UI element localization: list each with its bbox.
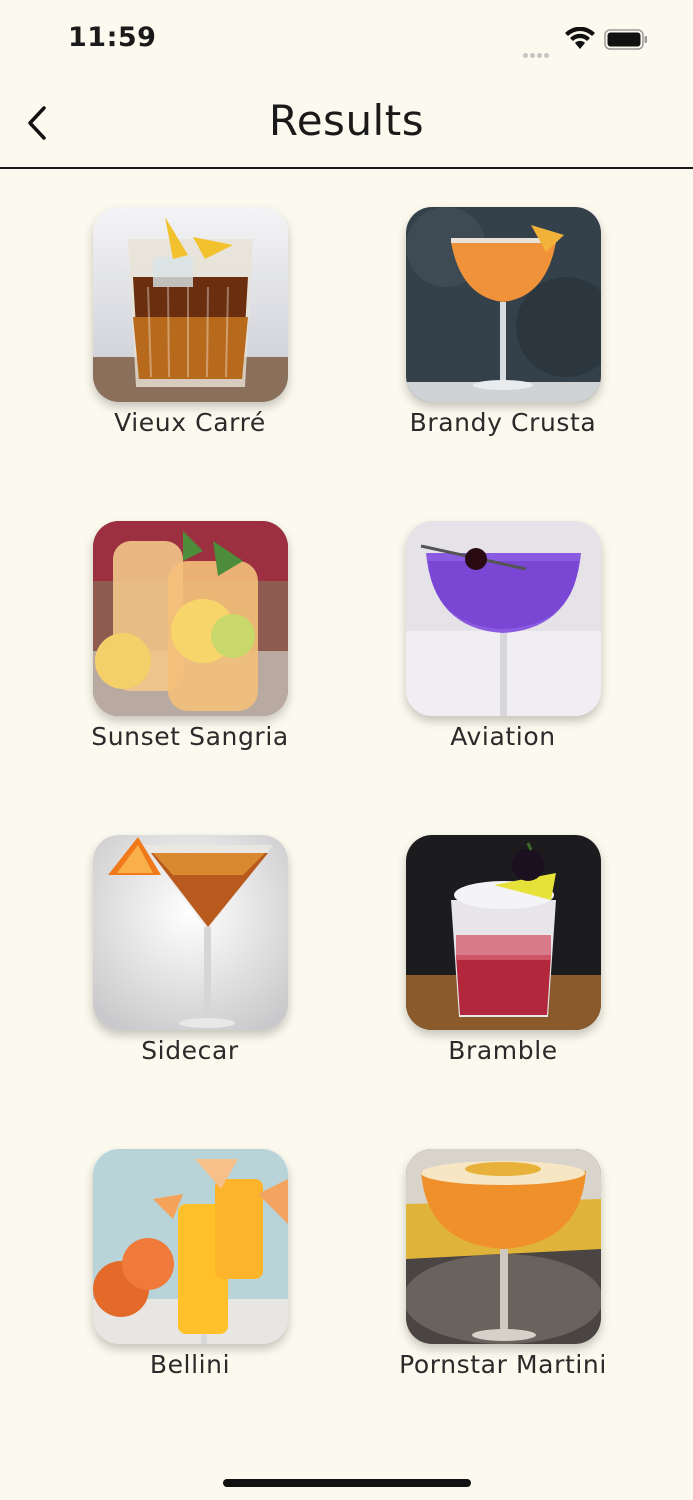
- battery-icon: [604, 29, 647, 50]
- page-title: Results: [268, 96, 425, 145]
- cocktail-name: Bramble: [448, 1036, 558, 1065]
- cocktail-name: Aviation: [450, 722, 556, 751]
- result-item-pornstar-martini[interactable]: Pornstar Martini: [373, 1149, 633, 1379]
- cocktail-image: [405, 1149, 601, 1344]
- cocktail-name: Vieux Carré: [114, 408, 266, 437]
- result-item-aviation[interactable]: Aviation: [373, 521, 633, 751]
- cocktail-image: [92, 1149, 288, 1344]
- cocktail-image: [92, 207, 288, 402]
- result-item-bramble[interactable]: Bramble: [373, 835, 633, 1065]
- result-item-vieux-carre[interactable]: Vieux Carré: [60, 207, 320, 437]
- cocktail-name: Bellini: [149, 1350, 231, 1379]
- status-time: 11:59: [68, 22, 157, 53]
- home-indicator[interactable]: [223, 1479, 471, 1487]
- cocktail-image: [405, 521, 601, 716]
- cocktail-name: Sidecar: [141, 1036, 239, 1065]
- navigation-bar: Results: [0, 80, 693, 169]
- status-bar: 11:59: [0, 0, 693, 80]
- cellular-signal-icon: [523, 43, 551, 62]
- cocktail-image: [92, 521, 288, 716]
- wifi-icon: [565, 27, 595, 49]
- result-item-bellini[interactable]: Bellini: [60, 1149, 320, 1379]
- cocktail-image: [405, 835, 601, 1030]
- result-item-brandy-crusta[interactable]: Brandy Crusta: [373, 207, 633, 437]
- result-item-sunset-sangria[interactable]: Sunset Sangria: [60, 521, 320, 751]
- cocktail-name: Brandy Crusta: [409, 408, 597, 437]
- cocktail-image: [92, 835, 288, 1030]
- cocktail-name: Sunset Sangria: [91, 722, 289, 751]
- cocktail-name: Pornstar Martini: [399, 1350, 607, 1379]
- result-item-sidecar[interactable]: Sidecar: [60, 835, 320, 1065]
- cocktail-image: [405, 207, 601, 402]
